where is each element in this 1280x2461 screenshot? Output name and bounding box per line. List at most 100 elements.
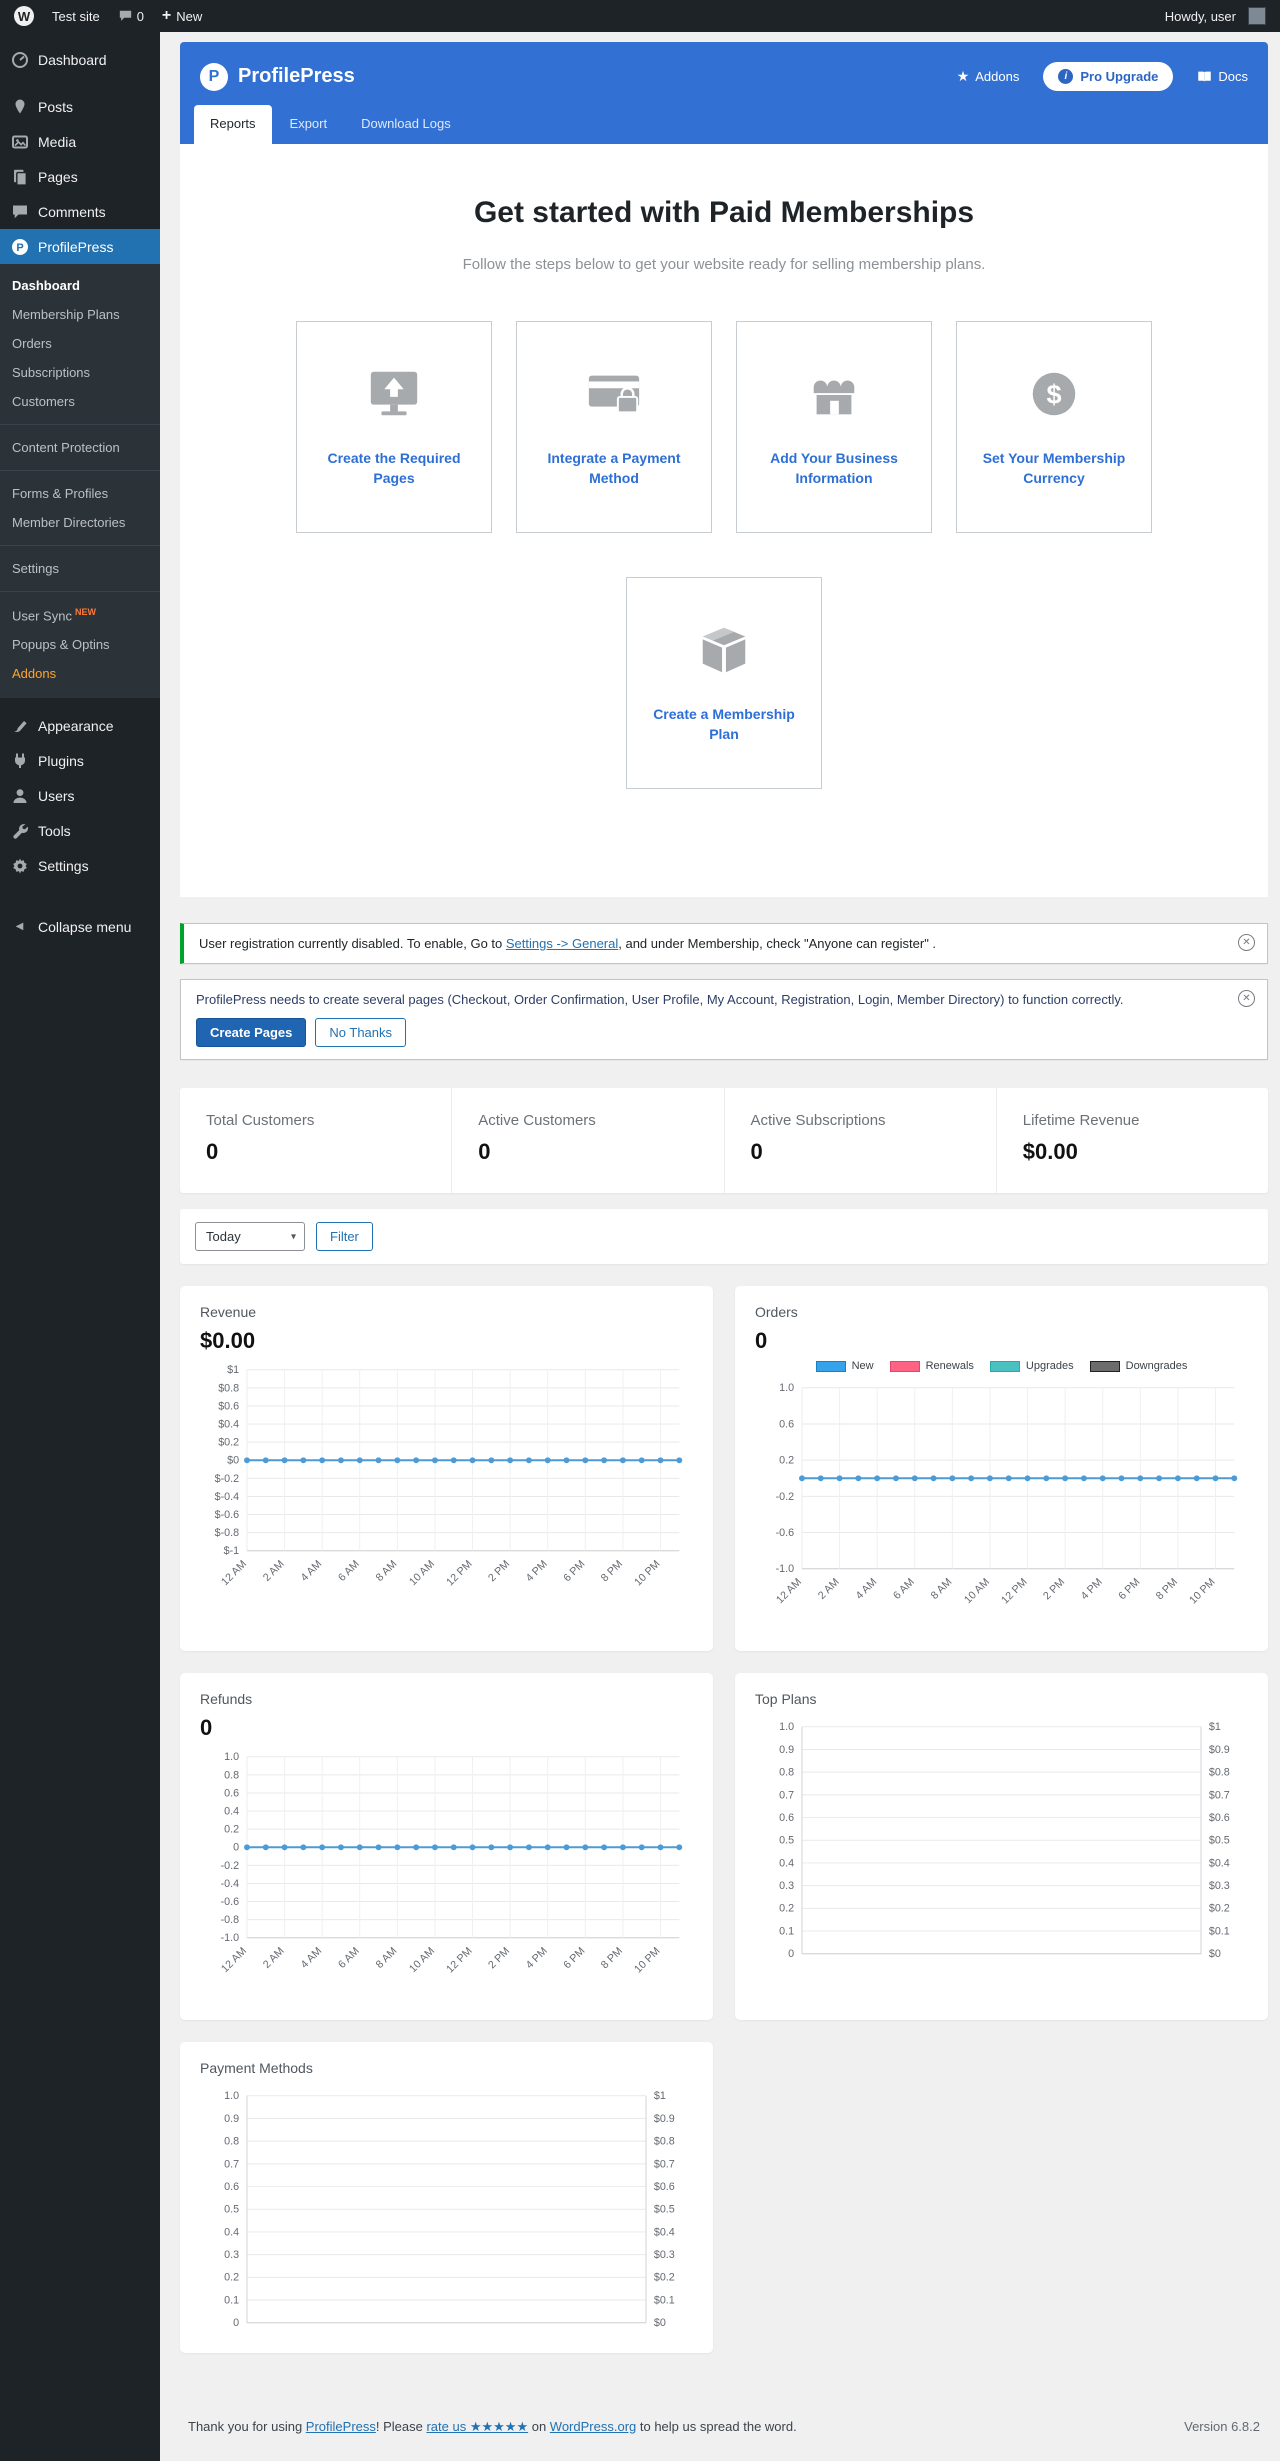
header-addons-link[interactable]: ★ Addons — [957, 68, 1020, 85]
tab-download-logs[interactable]: Download Logs — [345, 105, 467, 144]
svg-text:12 PM: 12 PM — [999, 1576, 1029, 1606]
svg-text:$0.4: $0.4 — [1209, 1858, 1230, 1870]
sidebar-item-tools[interactable]: Tools — [0, 813, 160, 848]
wordpress-logo-icon[interactable]: W — [14, 6, 34, 26]
sidebar-item-label: ProfilePress — [38, 238, 114, 255]
footer-text: to help us spread the word. — [636, 2418, 797, 2434]
submenu-item-forms-profiles[interactable]: Forms & Profiles — [0, 479, 160, 508]
sidebar-item-posts[interactable]: Posts — [0, 89, 160, 124]
filter-button[interactable]: Filter — [316, 1222, 373, 1251]
profilepress-header-block: P ProfilePress ★ Addons i Pro Upgrade Do… — [180, 42, 1268, 144]
admin-bar-right: Howdy, user — [1165, 7, 1266, 25]
header-docs-link[interactable]: Docs — [1197, 69, 1248, 84]
sidebar-item-comments[interactable]: Comments — [0, 194, 160, 229]
get-started-cards-row: Create the Required Pages Integrate a Pa… — [200, 321, 1248, 533]
legend-item-new[interactable]: New — [815, 1360, 874, 1372]
submenu-item-popups-optins[interactable]: Popups & Optins — [0, 630, 160, 659]
collapse-arrow-icon: ◀ — [15, 921, 24, 933]
card-set-membership-currency[interactable]: $ Set Your Membership Currency — [956, 321, 1152, 533]
submenu-item-dashboard[interactable]: Dashboard — [0, 271, 160, 300]
create-pages-button[interactable]: Create Pages — [196, 1018, 307, 1047]
svg-text:-0.8: -0.8 — [221, 1914, 240, 1926]
submenu-item-user-sync[interactable]: User Sync NEW — [0, 600, 160, 630]
orders-chart-legend: New Renewals Upgrades Downgrades — [755, 1360, 1248, 1372]
sidebar-item-pages[interactable]: Pages — [0, 159, 160, 194]
legend-item-upgrades[interactable]: Upgrades — [989, 1360, 1074, 1372]
svg-text:$0: $0 — [227, 1455, 239, 1467]
admin-footer: Thank you for using ProfilePress! Please… — [180, 2409, 1268, 2461]
tab-export[interactable]: Export — [274, 105, 344, 144]
card-create-required-pages[interactable]: Create the Required Pages — [296, 321, 492, 533]
sidebar-item-settings[interactable]: Settings — [0, 848, 160, 883]
profilepress-link[interactable]: ProfilePress — [306, 2419, 376, 2434]
revenue-chart-card: Revenue $0.00 $1 $0.8 $0.6 $0.4 $0.2 $0 $-0.2 $… — [180, 1286, 713, 1652]
submenu-item-addons[interactable]: Addons — [0, 659, 160, 688]
rate-us-link[interactable]: rate us ★★★★★ — [426, 2419, 528, 2434]
svg-text:$0.6: $0.6 — [654, 2181, 675, 2193]
no-thanks-button[interactable]: No Thanks — [315, 1018, 407, 1047]
submenu-divider — [0, 470, 160, 471]
svg-text:4 AM: 4 AM — [853, 1576, 879, 1602]
sidebar-item-dashboard[interactable]: Dashboard — [0, 42, 160, 77]
card-create-membership-plan[interactable]: Create a Membership Plan — [626, 577, 822, 789]
card-integrate-payment-method[interactable]: Integrate a Payment Method — [516, 321, 712, 533]
site-name-label: Test site — [52, 8, 100, 24]
submenu-item-membership-plans[interactable]: Membership Plans — [0, 300, 160, 329]
pro-upgrade-button[interactable]: i Pro Upgrade — [1043, 62, 1174, 91]
plug-icon — [10, 751, 29, 770]
credit-card-lock-icon — [583, 366, 645, 429]
svg-text:0.6: 0.6 — [779, 1418, 794, 1430]
stat-label: Active Subscriptions — [750, 1112, 886, 1129]
howdy-label: Howdy, user — [1164, 8, 1236, 24]
top-plans-chart: 1.0 $1 0.9 $0.9 0.8 $0.8 0.7 $0.7 0.6 $0.6 0.5 $0.5… — [755, 1717, 1248, 1969]
svg-text:4 AM: 4 AM — [298, 1945, 324, 1971]
sidebar-item-label: Media — [38, 133, 77, 150]
wordpress-org-link[interactable]: WordPress.org — [550, 2419, 636, 2434]
settings-general-link[interactable]: Settings -> General — [506, 936, 618, 951]
svg-text:0.3: 0.3 — [779, 1880, 794, 1892]
submenu-label: Addons — [12, 666, 57, 682]
svg-text:2 PM: 2 PM — [1041, 1576, 1067, 1602]
menu-separator — [0, 77, 160, 89]
submenu-item-member-directories[interactable]: Member Directories — [0, 508, 160, 537]
svg-text:1.0: 1.0 — [224, 1751, 239, 1763]
submenu-label: Settings — [12, 561, 59, 576]
submenu-item-orders[interactable]: Orders — [0, 329, 160, 358]
site-name-link[interactable]: Test site — [52, 9, 100, 24]
legend-item-renewals[interactable]: Renewals — [889, 1360, 974, 1372]
svg-text:$0.1: $0.1 — [1209, 1926, 1230, 1938]
submenu-item-customers[interactable]: Customers — [0, 387, 160, 416]
svg-text:0.9: 0.9 — [779, 1744, 794, 1756]
comment-icon — [119, 10, 131, 21]
sidebar-item-plugins[interactable]: Plugins — [0, 743, 160, 778]
stat-value: 0 — [750, 1139, 763, 1164]
svg-text:1.0: 1.0 — [779, 1382, 794, 1394]
svg-text:-0.6: -0.6 — [221, 1896, 240, 1908]
chart-value: 0 — [200, 1715, 213, 1741]
submenu-item-subscriptions[interactable]: Subscriptions — [0, 358, 160, 387]
sidebar-item-media[interactable]: Media — [0, 124, 160, 159]
svg-text:0.7: 0.7 — [224, 2159, 239, 2171]
footer-text: Thank you for using — [188, 2418, 306, 2434]
sidebar-item-appearance[interactable]: Appearance — [0, 708, 160, 743]
sidebar-item-users[interactable]: Users — [0, 778, 160, 813]
comments-admin-link[interactable]: 0 — [118, 9, 144, 24]
svg-text:$-0.8: $-0.8 — [215, 1527, 240, 1539]
svg-text:0.4: 0.4 — [779, 1858, 794, 1870]
new-content-button[interactable]: + New — [162, 8, 202, 24]
dismiss-notice-icon[interactable]: ✕ — [1238, 934, 1255, 951]
card-add-business-information[interactable]: Add Your Business Information — [736, 321, 932, 533]
dismiss-notice-icon[interactable]: ✕ — [1238, 990, 1255, 1007]
sidebar-item-profilepress[interactable]: P ProfilePress — [0, 229, 160, 264]
submenu-item-settings[interactable]: Settings — [0, 554, 160, 583]
submenu-item-content-protection[interactable]: Content Protection — [0, 433, 160, 462]
sidebar-item-label: Users — [38, 787, 75, 804]
howdy-user-menu[interactable]: Howdy, user — [1165, 7, 1266, 25]
book-icon — [1198, 71, 1212, 82]
filter-period-select[interactable]: Today — [195, 1222, 305, 1251]
chart-title: Orders — [755, 1304, 798, 1320]
tab-reports[interactable]: Reports — [194, 105, 272, 144]
docs-label: Docs — [1218, 69, 1248, 84]
collapse-menu-button[interactable]: ◀ Collapse menu — [0, 909, 160, 944]
legend-item-downgrades[interactable]: Downgrades — [1089, 1360, 1187, 1372]
